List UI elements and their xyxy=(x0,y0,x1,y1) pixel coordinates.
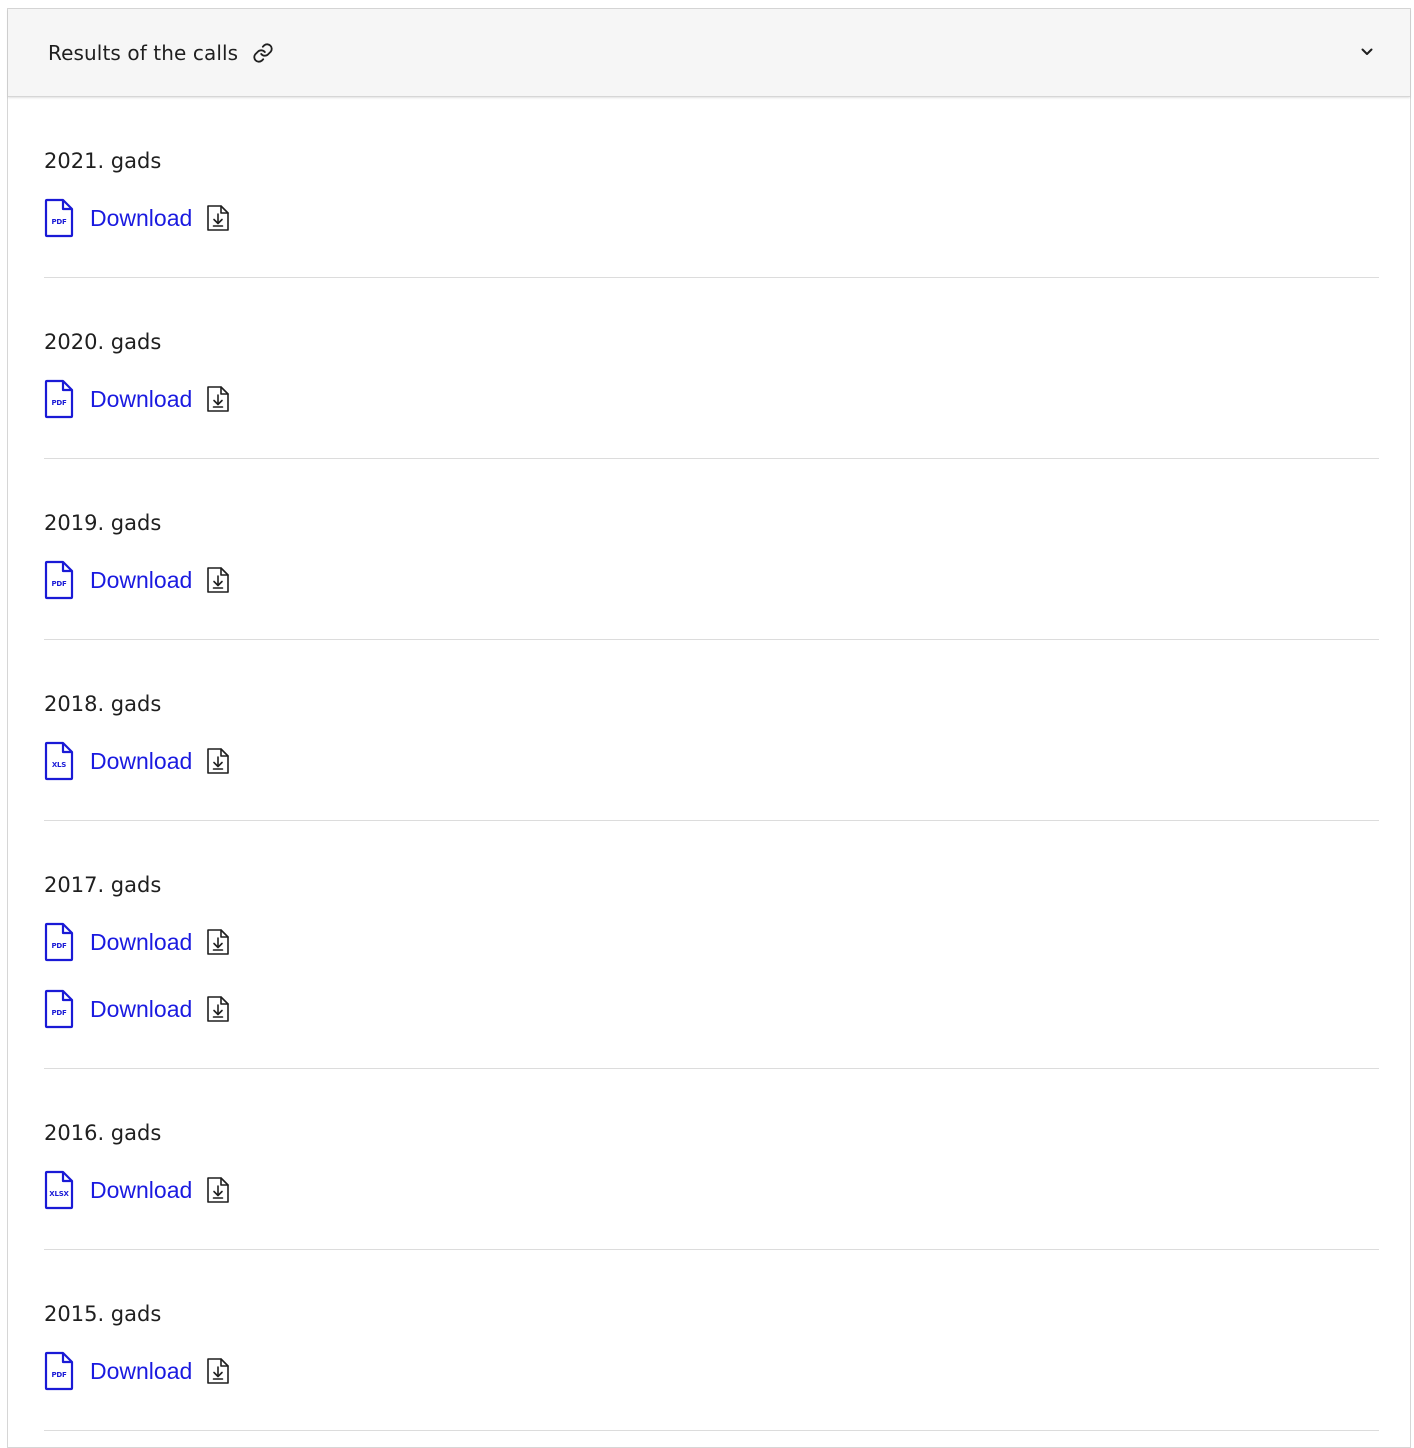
file-row: XLS Download xyxy=(44,741,1379,781)
file-row: PDF Download xyxy=(44,922,1379,962)
download-icon[interactable] xyxy=(206,1176,230,1204)
year-heading: 2019. gads xyxy=(44,511,162,535)
year-section: 2016. gads XLSX Download xyxy=(44,1069,1379,1250)
file-type-icon: PDF xyxy=(44,1351,74,1391)
results-accordion: Results of the calls 2021. gads PDF Downlo… xyxy=(7,8,1411,1448)
file-type-label: PDF xyxy=(51,218,67,226)
year-heading: 2017. gads xyxy=(44,873,162,897)
file-type-label: XLS xyxy=(51,761,67,769)
file-row: PDF Download xyxy=(44,379,1379,419)
file-type-icon: XLS xyxy=(44,741,74,781)
year-heading: 2021. gads xyxy=(44,149,162,173)
accordion-body: 2021. gads PDF Download 2020. gads PDF Downlo… xyxy=(8,97,1410,1431)
year-section: 2018. gads XLS Download xyxy=(44,640,1379,821)
file-type-label: PDF xyxy=(51,1009,67,1017)
year-section: 2015. gads PDF Download xyxy=(44,1250,1379,1431)
file-row: PDF Download xyxy=(44,198,1379,238)
year-heading: 2018. gads xyxy=(44,692,162,716)
file-type-label: PDF xyxy=(51,580,67,588)
download-link[interactable]: Download xyxy=(90,205,192,232)
file-row: PDF Download xyxy=(44,989,1379,1029)
file-type-icon: PDF xyxy=(44,922,74,962)
year-heading: 2015. gads xyxy=(44,1302,162,1326)
accordion-title: Results of the calls xyxy=(48,40,239,65)
download-link[interactable]: Download xyxy=(90,1358,192,1385)
file-type-icon: PDF xyxy=(44,989,74,1029)
link-icon[interactable] xyxy=(252,42,274,64)
file-type-label: PDF xyxy=(51,942,67,950)
file-row: XLSX Download xyxy=(44,1170,1379,1210)
accordion-header[interactable]: Results of the calls xyxy=(8,9,1410,97)
download-icon[interactable] xyxy=(206,566,230,594)
download-icon[interactable] xyxy=(206,1357,230,1385)
year-section: 2021. gads PDF Download xyxy=(44,97,1379,278)
file-row: PDF Download xyxy=(44,1351,1379,1391)
download-icon[interactable] xyxy=(206,995,230,1023)
file-type-icon: PDF xyxy=(44,379,74,419)
download-link[interactable]: Download xyxy=(90,386,192,413)
file-type-icon: PDF xyxy=(44,560,74,600)
file-type-label: XLSX xyxy=(49,1190,69,1198)
download-icon[interactable] xyxy=(206,204,230,232)
file-row: PDF Download xyxy=(44,560,1379,600)
download-link[interactable]: Download xyxy=(90,929,192,956)
download-icon[interactable] xyxy=(206,928,230,956)
download-link[interactable]: Download xyxy=(90,1177,192,1204)
download-link[interactable]: Download xyxy=(90,996,192,1023)
download-link[interactable]: Download xyxy=(90,748,192,775)
download-icon[interactable] xyxy=(206,385,230,413)
file-type-icon: XLSX xyxy=(44,1170,74,1210)
year-section: 2019. gads PDF Download xyxy=(44,459,1379,640)
file-type-label: PDF xyxy=(51,1371,67,1379)
download-icon[interactable] xyxy=(206,747,230,775)
year-heading: 2020. gads xyxy=(44,330,162,354)
file-type-label: PDF xyxy=(51,399,67,407)
year-section: 2017. gads PDF Download PDF Download xyxy=(44,821,1379,1069)
file-type-icon: PDF xyxy=(44,198,74,238)
year-section: 2020. gads PDF Download xyxy=(44,278,1379,459)
year-heading: 2016. gads xyxy=(44,1121,162,1145)
chevron-down-icon[interactable] xyxy=(1360,44,1374,58)
download-link[interactable]: Download xyxy=(90,567,192,594)
